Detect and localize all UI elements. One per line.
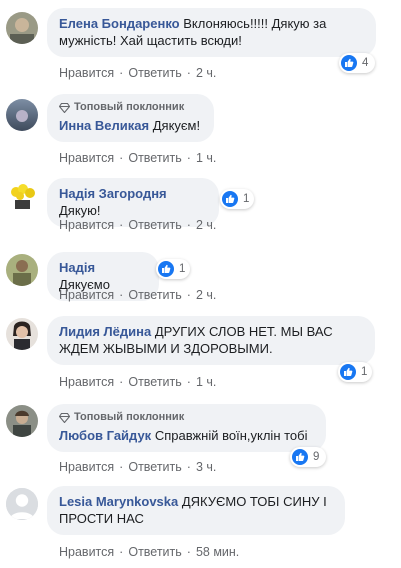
like-link[interactable]: Нравится [59, 151, 114, 165]
comment-actions: Нравится · Ответить · 3 ч. [59, 459, 216, 475]
reply-link[interactable]: Ответить [128, 460, 181, 474]
comment-author[interactable]: Любов Гайдук [59, 428, 151, 443]
comment-bubble: Топовый поклонник Любов Гайдук Справжній… [47, 404, 326, 452]
diamond-icon [59, 412, 70, 423]
reply-link[interactable]: Ответить [128, 66, 181, 80]
top-fan-badge: Топовый поклонник [59, 411, 314, 424]
comment-author[interactable]: Инна Великая [59, 118, 149, 133]
reaction-number: 1 [243, 193, 250, 205]
comment-text: Справжній воїн,уклін тобі [154, 428, 308, 443]
avatar[interactable] [6, 99, 38, 131]
timestamp[interactable]: 58 мин. [196, 545, 239, 559]
like-link[interactable]: Нравится [59, 218, 114, 232]
comment-actions: Нравится · Ответить · 2 ч. [59, 287, 216, 303]
separator: · [186, 460, 191, 474]
separator: · [186, 66, 191, 80]
reply-link[interactable]: Ответить [128, 545, 181, 559]
reply-link[interactable]: Ответить [128, 288, 181, 302]
comment-text: Дякую! [59, 203, 101, 218]
avatar[interactable] [6, 254, 38, 286]
thumbs-up-icon [292, 449, 308, 465]
reaction-number: 1 [179, 263, 186, 275]
comment-author[interactable]: Надія Загородня [59, 186, 167, 201]
reaction-count[interactable]: 1 [338, 362, 372, 382]
avatar[interactable] [6, 405, 38, 437]
comment-bubble: Lesia Marynkovska ДЯКУЄМО ТОБІ СИНУ І ПР… [47, 486, 345, 535]
reaction-count[interactable]: 1 [156, 259, 190, 279]
comment-text: Дякуєм! [152, 118, 201, 133]
timestamp[interactable]: 1 ч. [196, 151, 216, 165]
separator: · [119, 218, 124, 232]
avatar[interactable] [6, 318, 38, 350]
top-fan-badge: Топовый поклонник [59, 101, 202, 114]
timestamp[interactable]: 1 ч. [196, 375, 216, 389]
separator: · [186, 151, 191, 165]
comment-author[interactable]: Lesia Marynkovska [59, 494, 178, 509]
comment-bubble: Елена Бондаренко Вклоняюсь!!!!! Дякую за… [47, 8, 376, 57]
reaction-number: 4 [362, 57, 369, 69]
like-link[interactable]: Нравится [59, 460, 114, 474]
reaction-count[interactable]: 1 [220, 189, 254, 209]
like-link[interactable]: Нравится [59, 375, 114, 389]
avatar[interactable] [6, 488, 38, 520]
comment-bubble: Лидия Лёдина ДРУГИХ СЛОВ НЕТ. МЫ ВАС ЖДЕ… [47, 316, 375, 365]
reply-link[interactable]: Ответить [128, 218, 181, 232]
avatar[interactable] [6, 180, 38, 212]
timestamp[interactable]: 2 ч. [196, 66, 216, 80]
avatar[interactable] [6, 12, 38, 44]
comment-actions: Нравится · Ответить · 1 ч. [59, 374, 216, 390]
separator: · [119, 545, 124, 559]
like-link[interactable]: Нравится [59, 288, 114, 302]
comment-bubble: Топовый поклонник Инна Великая Дякуєм! [47, 94, 214, 142]
thumbs-up-icon [158, 261, 174, 277]
separator: · [119, 151, 124, 165]
like-link[interactable]: Нравится [59, 545, 114, 559]
timestamp[interactable]: 2 ч. [196, 218, 216, 232]
thumbs-up-icon [222, 191, 238, 207]
separator: · [119, 460, 124, 474]
reaction-number: 1 [361, 366, 368, 378]
comment-author[interactable]: Елена Бондаренко [59, 16, 180, 31]
timestamp[interactable]: 2 ч. [196, 288, 216, 302]
reaction-number: 9 [313, 451, 320, 463]
like-link[interactable]: Нравится [59, 66, 114, 80]
separator: · [186, 545, 191, 559]
comment-actions: Нравится · Ответить · 1 ч. [59, 150, 216, 166]
separator: · [186, 218, 191, 232]
reaction-count[interactable]: 4 [339, 53, 375, 73]
separator: · [119, 375, 124, 389]
top-fan-label: Топовый поклонник [74, 101, 185, 113]
diamond-icon [59, 102, 70, 113]
separator: · [119, 66, 124, 80]
comment-actions: Нравится · Ответить · 58 мин. [59, 544, 239, 560]
thumbs-up-icon [340, 364, 356, 380]
top-fan-label: Топовый поклонник [74, 411, 185, 423]
comment-author[interactable]: Надія [59, 260, 95, 275]
separator: · [186, 288, 191, 302]
default-avatar-icon [6, 488, 38, 520]
reaction-count[interactable]: 9 [290, 447, 326, 467]
separator: · [119, 288, 124, 302]
separator: · [186, 375, 191, 389]
comment-actions: Нравится · Ответить · 2 ч. [59, 65, 216, 81]
comment-author[interactable]: Лидия Лёдина [59, 324, 151, 339]
reply-link[interactable]: Ответить [128, 151, 181, 165]
reply-link[interactable]: Ответить [128, 375, 181, 389]
thumbs-up-icon [341, 55, 357, 71]
comment-actions: Нравится · Ответить · 2 ч. [59, 217, 216, 233]
timestamp[interactable]: 3 ч. [196, 460, 216, 474]
